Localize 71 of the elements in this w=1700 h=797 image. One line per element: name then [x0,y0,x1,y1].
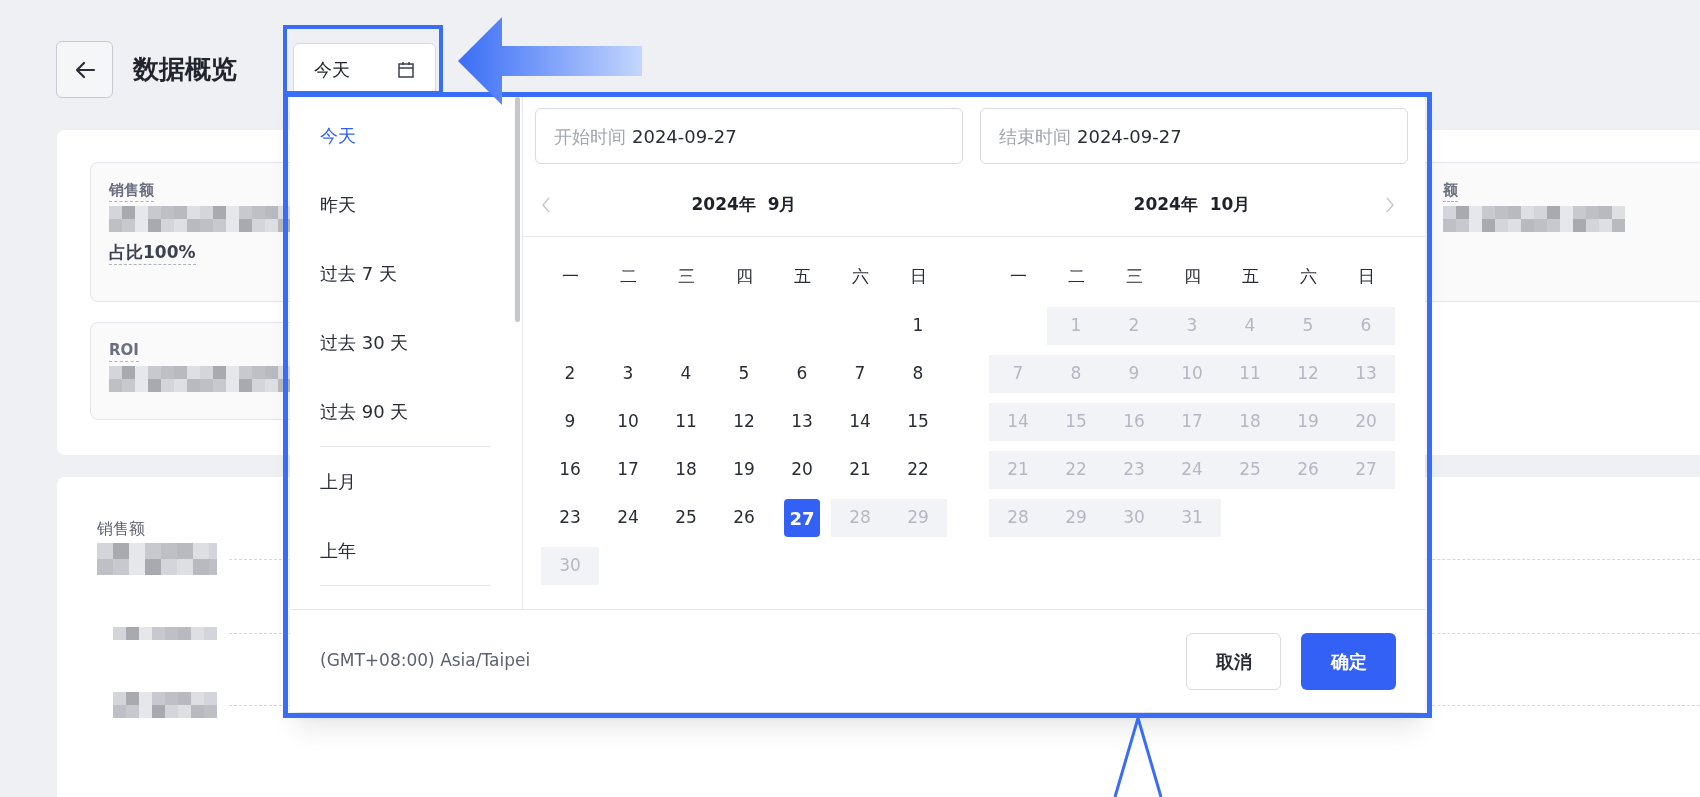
field-value: 2024-09-27 [632,124,737,149]
confirm-button[interactable]: 确定 [1301,632,1396,690]
calendar-day[interactable]: 13 [773,403,831,441]
field-value: 2024-09-27 [1077,124,1182,149]
preset-option[interactable]: 上年 [320,516,490,585]
calendar-day[interactable]: 24 [599,499,657,537]
weekday-label: 二 [618,265,638,289]
field-label: 开始时间 [554,124,626,149]
calendar-day[interactable]: 9 [541,403,599,441]
weekday-label: 三 [1124,265,1144,289]
scrollbar-thumb[interactable] [515,97,520,322]
calendar-day[interactable]: 7 [831,355,889,393]
back-arrow-icon [73,59,96,80]
preset-option[interactable]: 今天 [320,101,490,170]
cancel-button[interactable]: 取消 [1186,632,1281,690]
chart-label: 销售额 [97,518,145,540]
calendar-day[interactable]: 19 [715,451,773,489]
previous-month-icon[interactable] [541,196,551,214]
weekday-label: 二 [1066,265,1086,289]
calendar-day[interactable]: 22 [889,451,947,489]
date-input-field[interactable]: 结束时间 2024-09-27 [980,108,1408,164]
calendar-day[interactable]: 21 [831,451,889,489]
weekday-label: 四 [734,265,754,289]
calendar-day[interactable]: 18 [657,451,715,489]
metric-label: 销售额 [109,179,154,202]
calendar-day[interactable]: 16 [541,451,599,489]
calendar-day[interactable]: 5 [715,355,773,393]
preset-option[interactable]: 过去 7 天 [320,239,490,308]
weekday-label: 一 [560,265,580,289]
timezone-label: (GMT+08:00) Asia/Taipei [320,649,531,673]
calendar-day[interactable]: 15 [889,403,947,441]
calendar-day[interactable]: 10 [599,403,657,441]
calendar-day[interactable]: 6 [773,355,831,393]
calendar-day[interactable]: 1 [889,307,947,345]
weekday-label: 一 [1008,265,1028,289]
weekday-label: 三 [676,265,696,289]
next-month-icon[interactable] [1385,196,1395,214]
month-title: 2024年 9月 [691,193,797,217]
weekday-label: 五 [792,265,812,289]
weekday-label: 五 [1240,265,1260,289]
month-title: 2024年 10月 [1133,193,1251,217]
metric-label: ROI [109,339,139,362]
calendar-day[interactable]: 20 [773,451,831,489]
weekday-label: 六 [1298,265,1318,289]
field-label: 结束时间 [999,124,1071,149]
metric-share: 占比100% [109,240,196,265]
calendar-day[interactable]: 14 [831,403,889,441]
weekday-label: 日 [1356,265,1376,289]
calendar-day[interactable]: 23 [541,499,599,537]
date-input-field[interactable]: 开始时间 2024-09-27 [535,108,963,164]
calendar-day[interactable]: 26 [715,499,773,537]
weekday-label: 四 [1182,265,1202,289]
preset-option[interactable]: 过去 30 天 [320,308,490,377]
calendar-day[interactable]: 2 [541,355,599,393]
calendar-day[interactable]: 25 [657,499,715,537]
calendar-icon [397,60,415,79]
calendar-day[interactable]: 11 [657,403,715,441]
preset-option[interactable]: 过去 90 天 [320,377,490,446]
metric-label: 额 [1443,179,1458,202]
calendar-day[interactable]: 8 [889,355,947,393]
calendar-day[interactable]: 4 [657,355,715,393]
preset-option[interactable]: 上月 [320,447,490,516]
calendar-day[interactable]: 17 [599,451,657,489]
calendar-day[interactable]: 12 [715,403,773,441]
weekday-label: 六 [850,265,870,289]
selected-day[interactable]: 27 [784,499,820,537]
weekday-label: 日 [908,265,928,289]
calendar-day[interactable]: 3 [599,355,657,393]
back-button[interactable] [56,41,113,98]
page-title: 数据概览 [133,53,237,86]
preset-option[interactable]: 昨天 [320,170,490,239]
